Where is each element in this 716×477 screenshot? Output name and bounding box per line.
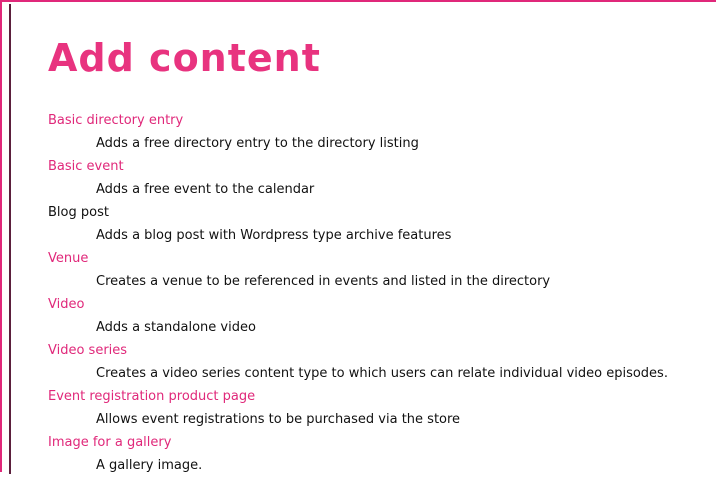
list-item-video-series: Video series Creates a video series cont… xyxy=(48,339,708,385)
list-item-basic-directory-entry: Basic directory entry Adds a free direct… xyxy=(48,109,708,155)
frame-divider xyxy=(9,4,11,474)
content-type-description: A gallery image. xyxy=(96,458,203,473)
content-type-description: Adds a standalone video xyxy=(96,320,256,335)
content-type-description: Creates a venue to be referenced in even… xyxy=(96,274,551,289)
list-item-event-registration-product-page: Event registration product page Allows e… xyxy=(48,385,708,431)
content-type-description: Adds a free directory entry to the direc… xyxy=(96,136,419,151)
list-item-image-for-a-gallery: Image for a gallery A gallery image. xyxy=(48,431,708,477)
list-item-basic-event: Basic event Adds a free event to the cal… xyxy=(48,155,708,201)
content-type-list: Basic directory entry Adds a free direct… xyxy=(48,109,708,477)
list-item-blog-post: Blog post Adds a blog post with Wordpres… xyxy=(48,201,708,247)
content-type-link-video[interactable]: Video xyxy=(48,293,708,316)
content-type-description: Creates a video series content type to w… xyxy=(96,366,668,381)
content-type-description: Adds a blog post with Wordpress type arc… xyxy=(96,228,452,243)
content-type-label-blog-post: Blog post xyxy=(48,205,109,220)
page-title: Add content xyxy=(48,36,321,80)
content-type-description: Allows event registrations to be purchas… xyxy=(96,412,461,427)
list-item-video: Video Adds a standalone video xyxy=(48,293,708,339)
list-item-venue: Venue Creates a venue to be referenced i… xyxy=(48,247,708,293)
content-type-link-event-registration-product-page[interactable]: Event registration product page xyxy=(48,385,708,408)
content-type-link-basic-directory-entry[interactable]: Basic directory entry xyxy=(48,109,708,132)
content-type-link-venue[interactable]: Venue xyxy=(48,247,708,270)
content-frame: Add content Basic directory entry Adds a… xyxy=(0,0,716,474)
content-type-description: Adds a free event to the calendar xyxy=(96,182,315,197)
content-type-link-video-series[interactable]: Video series xyxy=(48,339,708,362)
content-type-link-basic-event[interactable]: Basic event xyxy=(48,155,708,178)
content-type-link-image-for-a-gallery[interactable]: Image for a gallery xyxy=(48,431,708,454)
